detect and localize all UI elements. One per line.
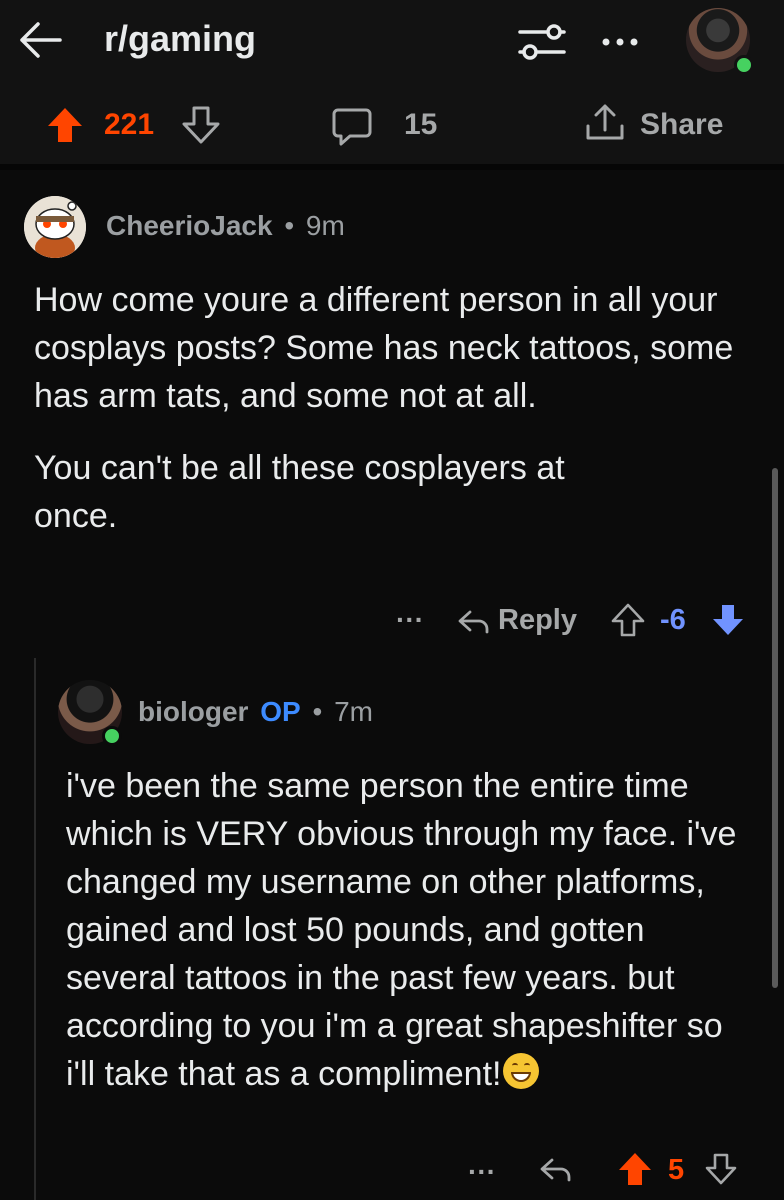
- meta-separator: •: [284, 210, 295, 241]
- header-divider: [0, 164, 784, 170]
- grinning-face-emoji: [503, 1053, 540, 1089]
- comment-score: -6: [660, 604, 686, 636]
- comment-body: How come youre a different person in all…: [34, 276, 754, 540]
- upvote-filled-icon[interactable]: [44, 104, 86, 146]
- more-options-icon[interactable]: [598, 24, 642, 60]
- comment-author[interactable]: biologer: [138, 696, 248, 727]
- downvote-icon[interactable]: [704, 1152, 738, 1186]
- online-status-dot: [102, 726, 122, 746]
- subreddit-title[interactable]: r/gaming: [104, 18, 256, 60]
- comment-meta: biologer OP • 7m: [138, 696, 373, 728]
- comment-meta: CheerioJack • 9m: [106, 210, 345, 242]
- comment-author[interactable]: CheerioJack: [106, 210, 273, 241]
- reply-button[interactable]: Reply: [498, 604, 577, 637]
- upvote-icon[interactable]: [610, 602, 646, 638]
- comment-time: 7m: [334, 696, 373, 727]
- comment-body: i've been the same person the entire tim…: [66, 762, 756, 1098]
- reply-icon[interactable]: [538, 1152, 572, 1186]
- snoo-avatar[interactable]: [24, 196, 86, 258]
- comment-icon[interactable]: [330, 104, 374, 148]
- upvote-filled-icon[interactable]: [616, 1150, 654, 1188]
- share-icon[interactable]: [582, 100, 628, 146]
- downvote-filled-icon[interactable]: [710, 602, 746, 638]
- comment-score: 5: [668, 1154, 685, 1186]
- comment-more-button[interactable]: ···: [396, 604, 424, 636]
- back-arrow-icon[interactable]: [16, 16, 64, 64]
- comment-time: 9m: [305, 210, 345, 241]
- post-vote-count: 221: [104, 108, 155, 141]
- sort-filter-icon[interactable]: [516, 18, 568, 66]
- comment-count: 15: [404, 108, 438, 141]
- op-badge: OP: [260, 696, 301, 727]
- downvote-icon[interactable]: [180, 104, 222, 146]
- meta-separator: •: [312, 696, 323, 727]
- reply-icon[interactable]: [456, 604, 490, 638]
- comment-text: i've been the same person the entire tim…: [66, 767, 737, 1093]
- comment-more-button[interactable]: ···: [468, 1156, 496, 1188]
- online-status-dot: [734, 55, 754, 75]
- thread-line[interactable]: [34, 658, 36, 1200]
- comment-paragraph: You can't be all these cosplayers at onc…: [34, 449, 565, 535]
- comment-paragraph: How come youre a different person in all…: [34, 281, 734, 415]
- share-button[interactable]: Share: [640, 108, 723, 142]
- scrollbar[interactable]: [772, 468, 778, 988]
